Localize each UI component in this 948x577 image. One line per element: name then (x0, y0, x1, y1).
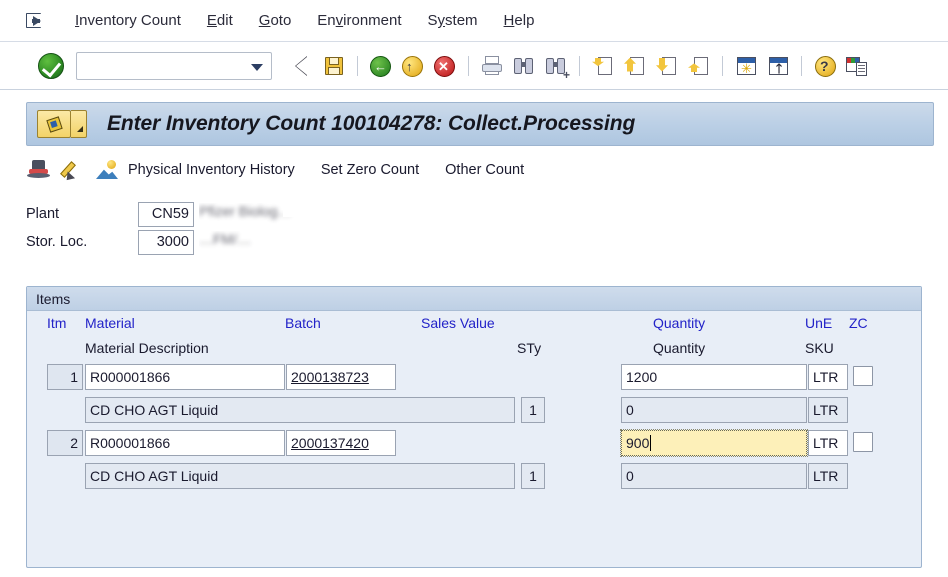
green-check-enter-icon[interactable] (38, 52, 64, 79)
toolbar-separator (801, 55, 802, 76)
row-quantity-input-focused[interactable]: 900 (620, 429, 808, 457)
table-row: 2 R000001866 2000137420 900 LTR (27, 427, 921, 460)
exit-icon[interactable]: ← (368, 53, 394, 79)
row-sty-input[interactable]: 1 (521, 397, 545, 423)
row-sty-input[interactable]: 1 (521, 463, 545, 489)
next-page-icon[interactable] (654, 53, 680, 79)
storage-location-label: Stor. Loc. (26, 234, 88, 250)
new-session-icon[interactable]: ✳ (733, 53, 759, 79)
row-sku-unit: LTR (808, 463, 848, 489)
toolbar-separator (722, 55, 723, 76)
chevron-down-icon[interactable] (251, 63, 263, 71)
grid-header-sub: Material Description STy Quantity SKU (27, 336, 921, 361)
menu-item-inventory-count[interactable]: Inventory Count (62, 9, 194, 32)
create-shortcut-icon[interactable]: ↗ (765, 53, 791, 79)
cancel-up-icon[interactable]: ↑ (400, 53, 426, 79)
last-page-icon[interactable] (686, 53, 712, 79)
back-icon[interactable] (289, 53, 315, 79)
print-icon[interactable] (479, 53, 505, 79)
row-sub-quantity-input[interactable]: 0 (621, 397, 807, 423)
command-field[interactable] (76, 51, 272, 80)
column-header-sku: SKU (805, 340, 834, 356)
row-material-description: CD CHO AGT Liquid (85, 397, 515, 423)
column-header-itm[interactable]: Itm (47, 315, 66, 331)
column-header-sty: STy (517, 340, 542, 356)
find-icon[interactable] (511, 53, 537, 79)
menu-bar: Inventory Count Edit Goto Environment Sy… (0, 0, 948, 42)
row-material-description: CD CHO AGT Liquid (85, 463, 515, 489)
find-next-icon[interactable]: + (543, 53, 570, 81)
layout-menu-icon[interactable] (844, 53, 870, 79)
row-unit-input[interactable]: LTR (808, 364, 848, 390)
storage-location-input[interactable]: 3000 (138, 229, 194, 255)
first-page-icon[interactable] (590, 53, 616, 79)
delete-bucket-icon[interactable] (26, 158, 52, 182)
toolbar-separator (468, 55, 469, 76)
display-picture-icon[interactable] (94, 158, 120, 182)
plant-label: Plant (26, 206, 60, 222)
application-toolbar: Physical Inventory History Set Zero Coun… (26, 152, 934, 188)
save-icon[interactable] (321, 53, 347, 79)
column-header-material-description: Material Description (85, 340, 209, 356)
items-panel: Items Itm Material Batch Sales Value Qua… (26, 286, 922, 568)
items-panel-title: Items (27, 287, 921, 311)
plant-row: Plant CN59 Pfizer Biolog… (26, 200, 948, 228)
storage-location-row: Stor. Loc. 3000 …FM/… (26, 228, 948, 256)
row-material-input[interactable]: R000001866 (85, 364, 285, 390)
transaction-edit-icon[interactable] (37, 110, 71, 138)
row-unit-input[interactable]: LTR (808, 430, 848, 456)
page-title: Enter Inventory Count 100104278: Collect… (107, 112, 636, 135)
menu-item-system[interactable]: System (415, 9, 491, 32)
screen-title-bar: Enter Inventory Count 100104278: Collect… (26, 102, 934, 146)
row-zero-count-checkbox[interactable] (853, 366, 873, 386)
grid-header-main: Itm Material Batch Sales Value Quantity … (27, 311, 921, 336)
column-header-batch[interactable]: Batch (285, 315, 321, 331)
help-icon[interactable]: ? (812, 53, 838, 79)
row-quantity-input[interactable]: 1200 (621, 364, 807, 390)
previous-page-icon[interactable] (622, 53, 648, 79)
row-sku-unit: LTR (808, 397, 848, 423)
edit-pencil-icon[interactable] (60, 158, 86, 184)
column-header-quantity[interactable]: Quantity (653, 315, 705, 331)
row-sub-quantity-input[interactable]: 0 (621, 463, 807, 489)
storage-location-description-redacted: …FM/… (199, 231, 449, 253)
row-item-number[interactable]: 1 (47, 364, 83, 390)
menu-item-edit[interactable]: Edit (194, 9, 246, 32)
row-batch-input[interactable]: 2000137420 (286, 430, 396, 456)
menu-item-environment[interactable]: Environment (304, 9, 414, 32)
column-header-zc[interactable]: ZC (849, 315, 868, 331)
row-batch-input[interactable]: 2000138723 (286, 364, 396, 390)
column-header-material[interactable]: Material (85, 315, 135, 331)
table-row: 1 R000001866 2000138723 1200 LTR (27, 361, 921, 394)
key-fields: Plant CN59 Pfizer Biolog… Stor. Loc. 300… (26, 200, 948, 256)
table-row-sub: CD CHO AGT Liquid 1 0 LTR (27, 460, 921, 493)
stop-cancel-icon[interactable]: ✕ (432, 53, 458, 79)
column-header-sub-quantity: Quantity (653, 340, 706, 356)
row-item-number[interactable]: 2 (47, 430, 83, 456)
set-zero-count-button[interactable]: Set Zero Count (321, 162, 419, 178)
menu-item-goto[interactable]: Goto (246, 9, 305, 32)
main-toolbar: ← ↑ ✕ + ✳ ↗ ? (0, 42, 948, 90)
toolbar-separator (357, 55, 358, 76)
menu-item-help[interactable]: Help (491, 9, 548, 32)
table-row-sub: CD CHO AGT Liquid 1 0 LTR (27, 394, 921, 427)
items-grid: Itm Material Batch Sales Value Quantity … (27, 311, 921, 493)
row-zero-count-checkbox[interactable] (853, 432, 873, 452)
physical-inventory-history-button[interactable]: Physical Inventory History (128, 162, 295, 178)
plant-input[interactable]: CN59 (138, 201, 194, 227)
plant-description-redacted: Pfizer Biolog… (199, 203, 449, 225)
column-header-sales-value[interactable]: Sales Value (421, 315, 495, 331)
toolbar-separator (579, 55, 580, 76)
row-material-input[interactable]: R000001866 (85, 430, 285, 456)
other-count-button[interactable]: Other Count (445, 162, 524, 178)
window-menu-icon[interactable] (26, 12, 46, 30)
column-header-une[interactable]: UnE (805, 315, 832, 331)
title-dropdown-icon[interactable] (71, 110, 87, 138)
command-input[interactable] (81, 53, 249, 78)
